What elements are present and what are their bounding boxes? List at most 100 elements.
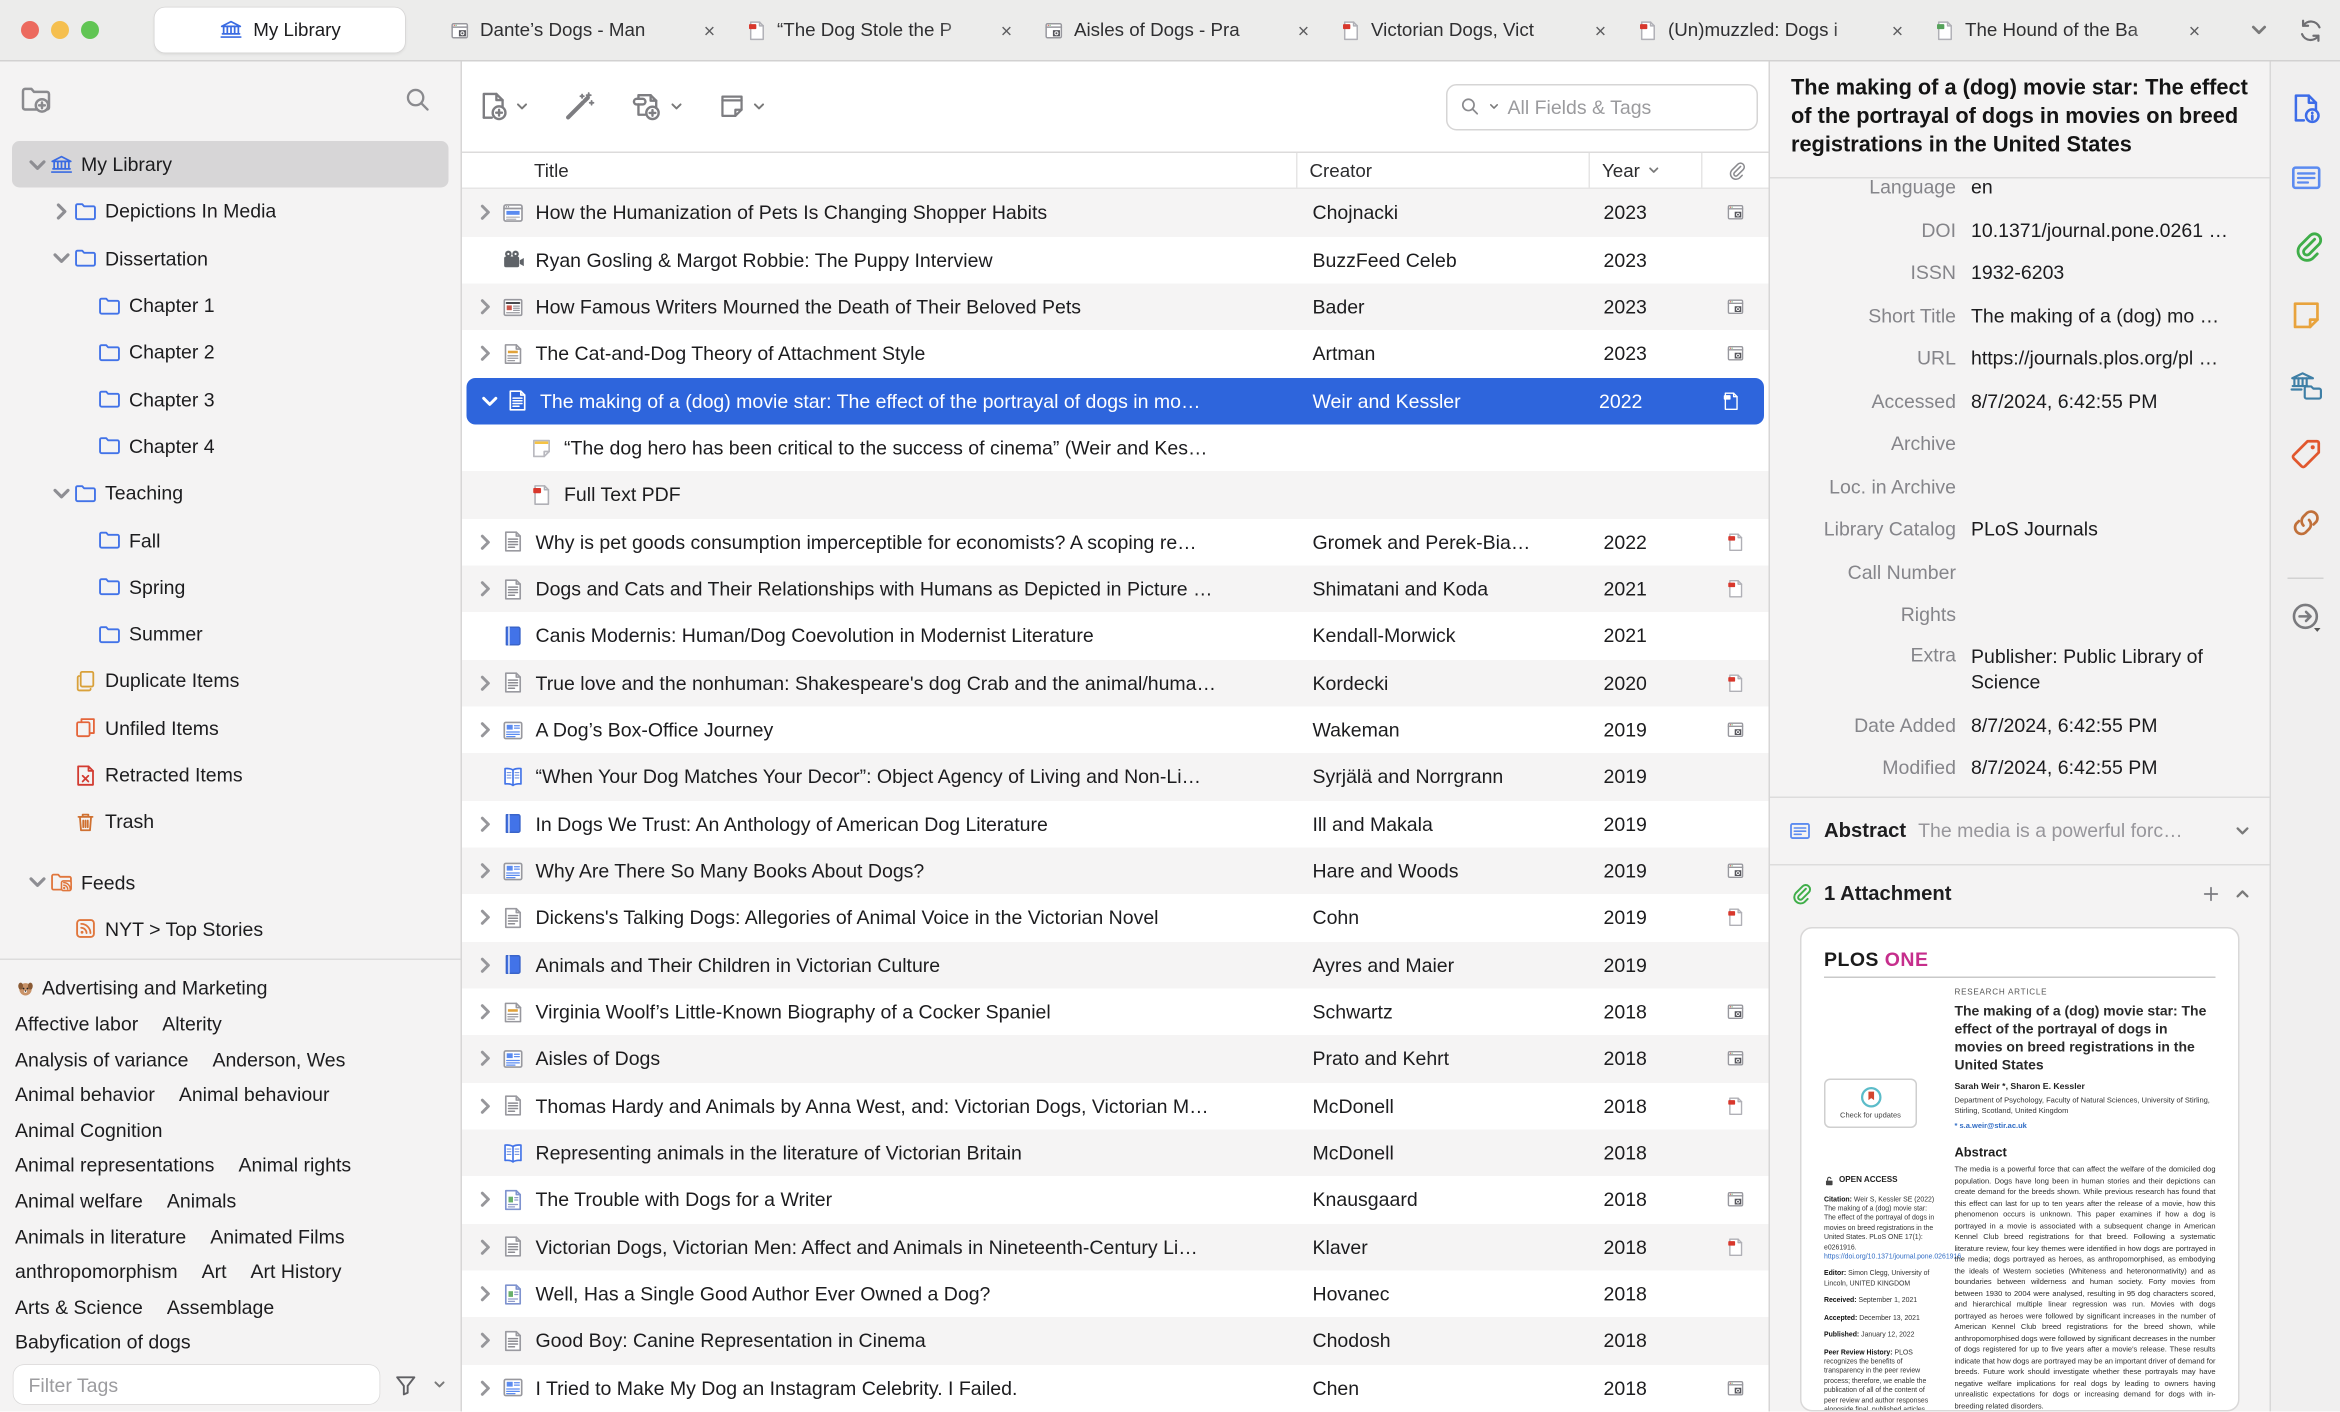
- sidebar-item-chapter-2[interactable]: Chapter 2: [12, 329, 449, 376]
- tab-aisles-of-dogs-pra[interactable]: Aisles of Dogs - Pra×: [1025, 0, 1322, 60]
- chevron-down-icon[interactable]: [2234, 822, 2252, 840]
- table-row-18[interactable]: Virginia Woolf’s Little-Known Biography …: [462, 988, 1769, 1035]
- twisty-collapsed-icon[interactable]: [474, 860, 497, 883]
- tag-art[interactable]: Art: [202, 1260, 227, 1283]
- twisty-collapsed-icon[interactable]: [474, 954, 497, 977]
- column-header-year[interactable]: Year: [1589, 153, 1702, 188]
- twisty-expanded-icon[interactable]: [50, 246, 74, 270]
- close-icon[interactable]: ×: [698, 19, 722, 42]
- tag-anthropomorphism[interactable]: anthropomorphism: [15, 1260, 178, 1283]
- twisty-expanded-icon[interactable]: [26, 152, 50, 176]
- twisty-collapsed-icon[interactable]: [474, 1001, 497, 1024]
- tag-animal-cognition[interactable]: Animal Cognition: [15, 1119, 162, 1142]
- tab-list-chevron-icon[interactable]: [2249, 20, 2270, 41]
- tag-animal-welfare[interactable]: Animal welfare: [15, 1189, 143, 1212]
- field-value[interactable]: PLoS Journals: [1971, 518, 2255, 541]
- field-value[interactable]: The making of a (dog) mo …: [1971, 304, 2255, 327]
- table-row-15[interactable]: Why Are There So Many Books About Dogs?H…: [462, 847, 1769, 894]
- table-row-24[interactable]: Well, Has a Single Good Author Ever Owne…: [462, 1270, 1769, 1317]
- sidebar-item-unfiled-items[interactable]: Unfiled Items: [12, 704, 449, 751]
- tab--the-dog-stole-the-p[interactable]: “The Dog Stole the P×: [728, 0, 1025, 60]
- close-icon[interactable]: ×: [1589, 19, 1613, 42]
- twisty-collapsed-icon[interactable]: [474, 672, 497, 695]
- sync-icon[interactable]: [2297, 16, 2326, 45]
- table-row-17[interactable]: Animals and Their Children in Victorian …: [462, 941, 1769, 988]
- table-row-6[interactable]: “The dog hero has been critical to the s…: [462, 424, 1769, 471]
- table-row-4[interactable]: The Cat-and-Dog Theory of Attachment Sty…: [462, 330, 1769, 377]
- table-row-9[interactable]: Dogs and Cats and Their Relationships wi…: [462, 565, 1769, 612]
- field-value[interactable]: en: [1971, 179, 2255, 198]
- tag-advertising-and-marketing[interactable]: Advertising and Marketing: [15, 977, 267, 1000]
- new-collection-button[interactable]: [20, 83, 53, 116]
- twisty-expanded-icon[interactable]: [479, 390, 502, 413]
- field-value[interactable]: 8/7/2024, 6:42:55 PM: [1971, 756, 2255, 779]
- table-row-5[interactable]: The making of a (dog) movie star: The ef…: [467, 377, 1765, 424]
- sidebar-item-duplicate-items[interactable]: Duplicate Items: [12, 657, 449, 704]
- attachments-section-header[interactable]: 1 Attachment: [1770, 864, 2270, 923]
- tag-babyfication-of-dogs[interactable]: Babyfication of dogs: [15, 1331, 191, 1354]
- tag-assemblage[interactable]: Assemblage: [167, 1296, 274, 1319]
- attachment-preview-card[interactable]: PLOS ONE Check for updates OPEN ACCESS C…: [1800, 927, 2240, 1412]
- table-row-23[interactable]: Victorian Dogs, Victorian Men: Affect an…: [462, 1223, 1769, 1270]
- tag-animal-behavior[interactable]: Animal behavior: [15, 1083, 155, 1106]
- attachments-icon[interactable]: [2288, 230, 2323, 265]
- tag-arts-science[interactable]: Arts & Science: [15, 1296, 143, 1319]
- new-note-button[interactable]: [717, 92, 767, 122]
- tag-animals-in-literature[interactable]: Animals in literature: [15, 1225, 186, 1248]
- field-value[interactable]: https://journals.plos.org/pl …: [1971, 347, 2255, 370]
- minimize-window-button[interactable]: [51, 21, 69, 39]
- info-icon[interactable]: [2288, 92, 2323, 127]
- twisty-collapsed-icon[interactable]: [474, 813, 497, 836]
- table-row-21[interactable]: Representing animals in the literature o…: [462, 1129, 1769, 1176]
- add-by-identifier-button[interactable]: [563, 90, 596, 123]
- column-header-title[interactable]: Title: [462, 153, 1296, 188]
- tag-alterity[interactable]: Alterity: [162, 1012, 222, 1035]
- field-value[interactable]: 8/7/2024, 6:42:55 PM: [1971, 389, 2255, 412]
- abstract-icon[interactable]: [2288, 161, 2323, 196]
- sidebar-item-teaching[interactable]: Teaching: [12, 470, 449, 517]
- close-icon[interactable]: ×: [2183, 19, 2207, 42]
- close-icon[interactable]: ×: [1292, 19, 1316, 42]
- twisty-collapsed-icon[interactable]: [474, 578, 497, 601]
- filter-tags-input[interactable]: Filter Tags: [14, 1365, 380, 1404]
- field-value[interactable]: Publisher: Public Library of Science: [1971, 643, 2255, 696]
- tag-analysis-of-variance[interactable]: Analysis of variance: [15, 1048, 188, 1071]
- search-input[interactable]: All Fields & Tags: [1446, 83, 1758, 130]
- twisty-collapsed-icon[interactable]: [474, 907, 497, 930]
- tab-my-library[interactable]: My Library: [155, 8, 406, 53]
- sidebar-item-nyt-top-stories[interactable]: NYT > Top Stories: [12, 906, 449, 953]
- sidebar-item-dissertation[interactable]: Dissertation: [12, 235, 449, 282]
- new-attachment-button[interactable]: [629, 90, 685, 123]
- sidebar-item-chapter-4[interactable]: Chapter 4: [12, 423, 449, 470]
- twisty-collapsed-icon[interactable]: [474, 1189, 497, 1212]
- table-row-16[interactable]: Dickens's Talking Dogs: Allegories of An…: [462, 894, 1769, 941]
- twisty-collapsed-icon[interactable]: [50, 199, 74, 223]
- sidebar-item-my-library[interactable]: My Library: [12, 141, 449, 188]
- tab-victorian-dogs-vict[interactable]: Victorian Dogs, Vict×: [1322, 0, 1619, 60]
- related-icon[interactable]: [2288, 506, 2323, 541]
- table-row-11[interactable]: True love and the nonhuman: Shakespeare'…: [462, 659, 1769, 706]
- chevron-up-icon[interactable]: [2234, 885, 2252, 903]
- twisty-expanded-icon[interactable]: [26, 870, 50, 894]
- table-row-12[interactable]: A Dog’s Box-Office JourneyWakeman2019: [462, 706, 1769, 753]
- twisty-collapsed-icon[interactable]: [474, 296, 497, 319]
- twisty-collapsed-icon[interactable]: [474, 1376, 497, 1399]
- twisty-collapsed-icon[interactable]: [474, 202, 497, 225]
- sidebar-item-chapter-1[interactable]: Chapter 1: [12, 282, 449, 329]
- add-attachment-icon[interactable]: [2201, 883, 2222, 904]
- tab--un-muzzled-dogs-i[interactable]: (Un)muzzled: Dogs i×: [1619, 0, 1916, 60]
- tag-art-history[interactable]: Art History: [251, 1260, 342, 1283]
- twisty-collapsed-icon[interactable]: [474, 531, 497, 554]
- tag-animal-behaviour[interactable]: Animal behaviour: [179, 1083, 330, 1106]
- sidebar-item-spring[interactable]: Spring: [12, 564, 449, 611]
- column-header-attachment[interactable]: [1701, 153, 1769, 188]
- sidebar-item-chapter-3[interactable]: Chapter 3: [12, 376, 449, 423]
- locate-icon[interactable]: [2288, 600, 2323, 635]
- table-row-2[interactable]: Ryan Gosling & Margot Robbie: The Puppy …: [462, 236, 1769, 283]
- sidebar-item-trash[interactable]: Trash: [12, 798, 449, 845]
- close-icon[interactable]: ×: [1886, 19, 1910, 42]
- twisty-collapsed-icon[interactable]: [474, 1283, 497, 1306]
- abstract-section-header[interactable]: Abstract The media is a powerful forc…: [1770, 796, 2270, 864]
- table-row-25[interactable]: Good Boy: Canine Representation in Cinem…: [462, 1317, 1769, 1364]
- twisty-collapsed-icon[interactable]: [474, 1236, 497, 1259]
